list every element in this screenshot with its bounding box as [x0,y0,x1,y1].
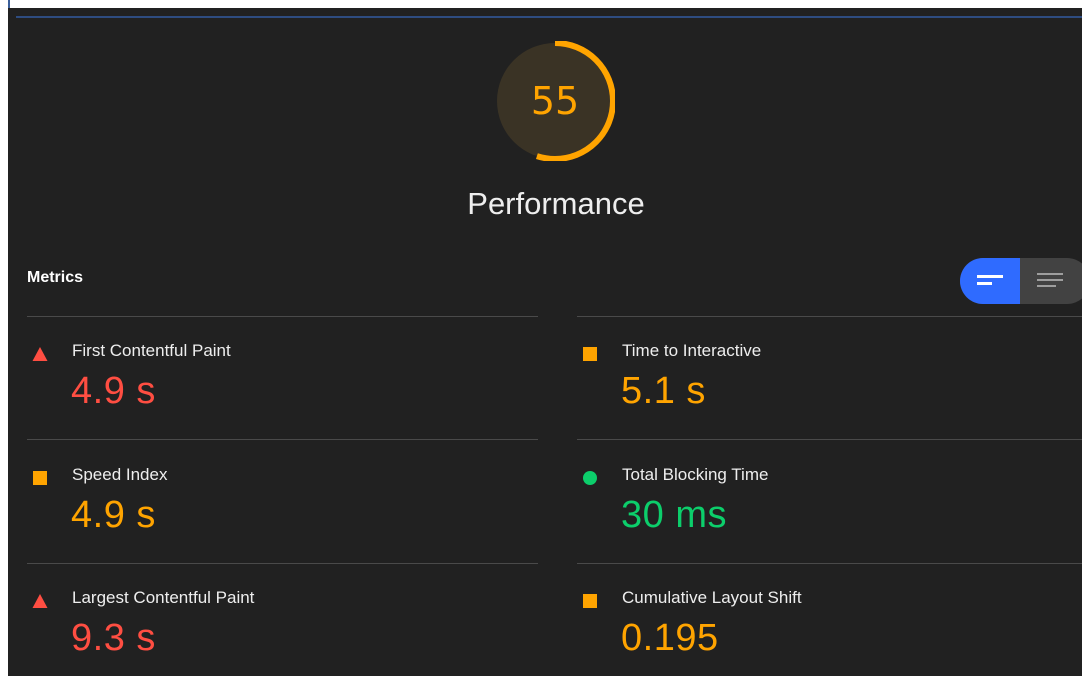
metric-label: Speed Index [72,465,168,484]
metric-divider [577,316,1082,317]
compact-view-icon [977,275,1003,285]
list-view-button[interactable] [1020,258,1080,304]
metric-divider [27,316,538,317]
orange-square-icon [583,347,597,361]
lighthouse-report-panel: 55 Performance Metrics First Contentful … [8,8,1082,676]
metric-value: 4.9 s [71,494,156,536]
green-circle-icon [583,471,597,485]
list-view-icon [1037,273,1063,287]
metric-speed-index: Speed Index 4.9 s [32,459,532,569]
metric-time-to-interactive: Time to Interactive 5.1 s [582,335,1082,445]
performance-score: 55 [530,79,580,123]
metric-value: 5.1 s [621,370,706,412]
metric-value: 4.9 s [71,370,156,412]
metric-label: Time to Interactive [622,341,762,360]
metric-largest-contentful-paint: Largest Contentful Paint 9.3 s [32,582,532,676]
metric-value: 0.195 [621,617,719,659]
metric-label: Largest Contentful Paint [72,588,255,607]
window-frame-top [16,16,1082,18]
metric-label: Total Blocking Time [622,465,769,484]
metric-value: 30 ms [621,494,727,536]
metric-total-blocking-time: Total Blocking Time 30 ms [582,459,1082,569]
metric-first-contentful-paint: First Contentful Paint 4.9 s [32,335,532,445]
orange-square-icon [583,594,597,608]
metric-label: First Contentful Paint [72,341,231,360]
metric-value: 9.3 s [71,617,156,659]
performance-score-gauge: 55 [495,41,615,161]
orange-square-icon [33,471,47,485]
red-triangle-icon [32,594,48,608]
metrics-heading: Metrics [27,269,84,286]
metrics-view-toggle[interactable] [960,258,1082,304]
compact-view-button[interactable] [960,258,1020,304]
metric-label: Cumulative Layout Shift [622,588,802,607]
metric-cumulative-layout-shift: Cumulative Layout Shift 0.195 [582,582,1082,676]
red-triangle-icon [32,347,48,361]
category-title: Performance [467,186,645,221]
